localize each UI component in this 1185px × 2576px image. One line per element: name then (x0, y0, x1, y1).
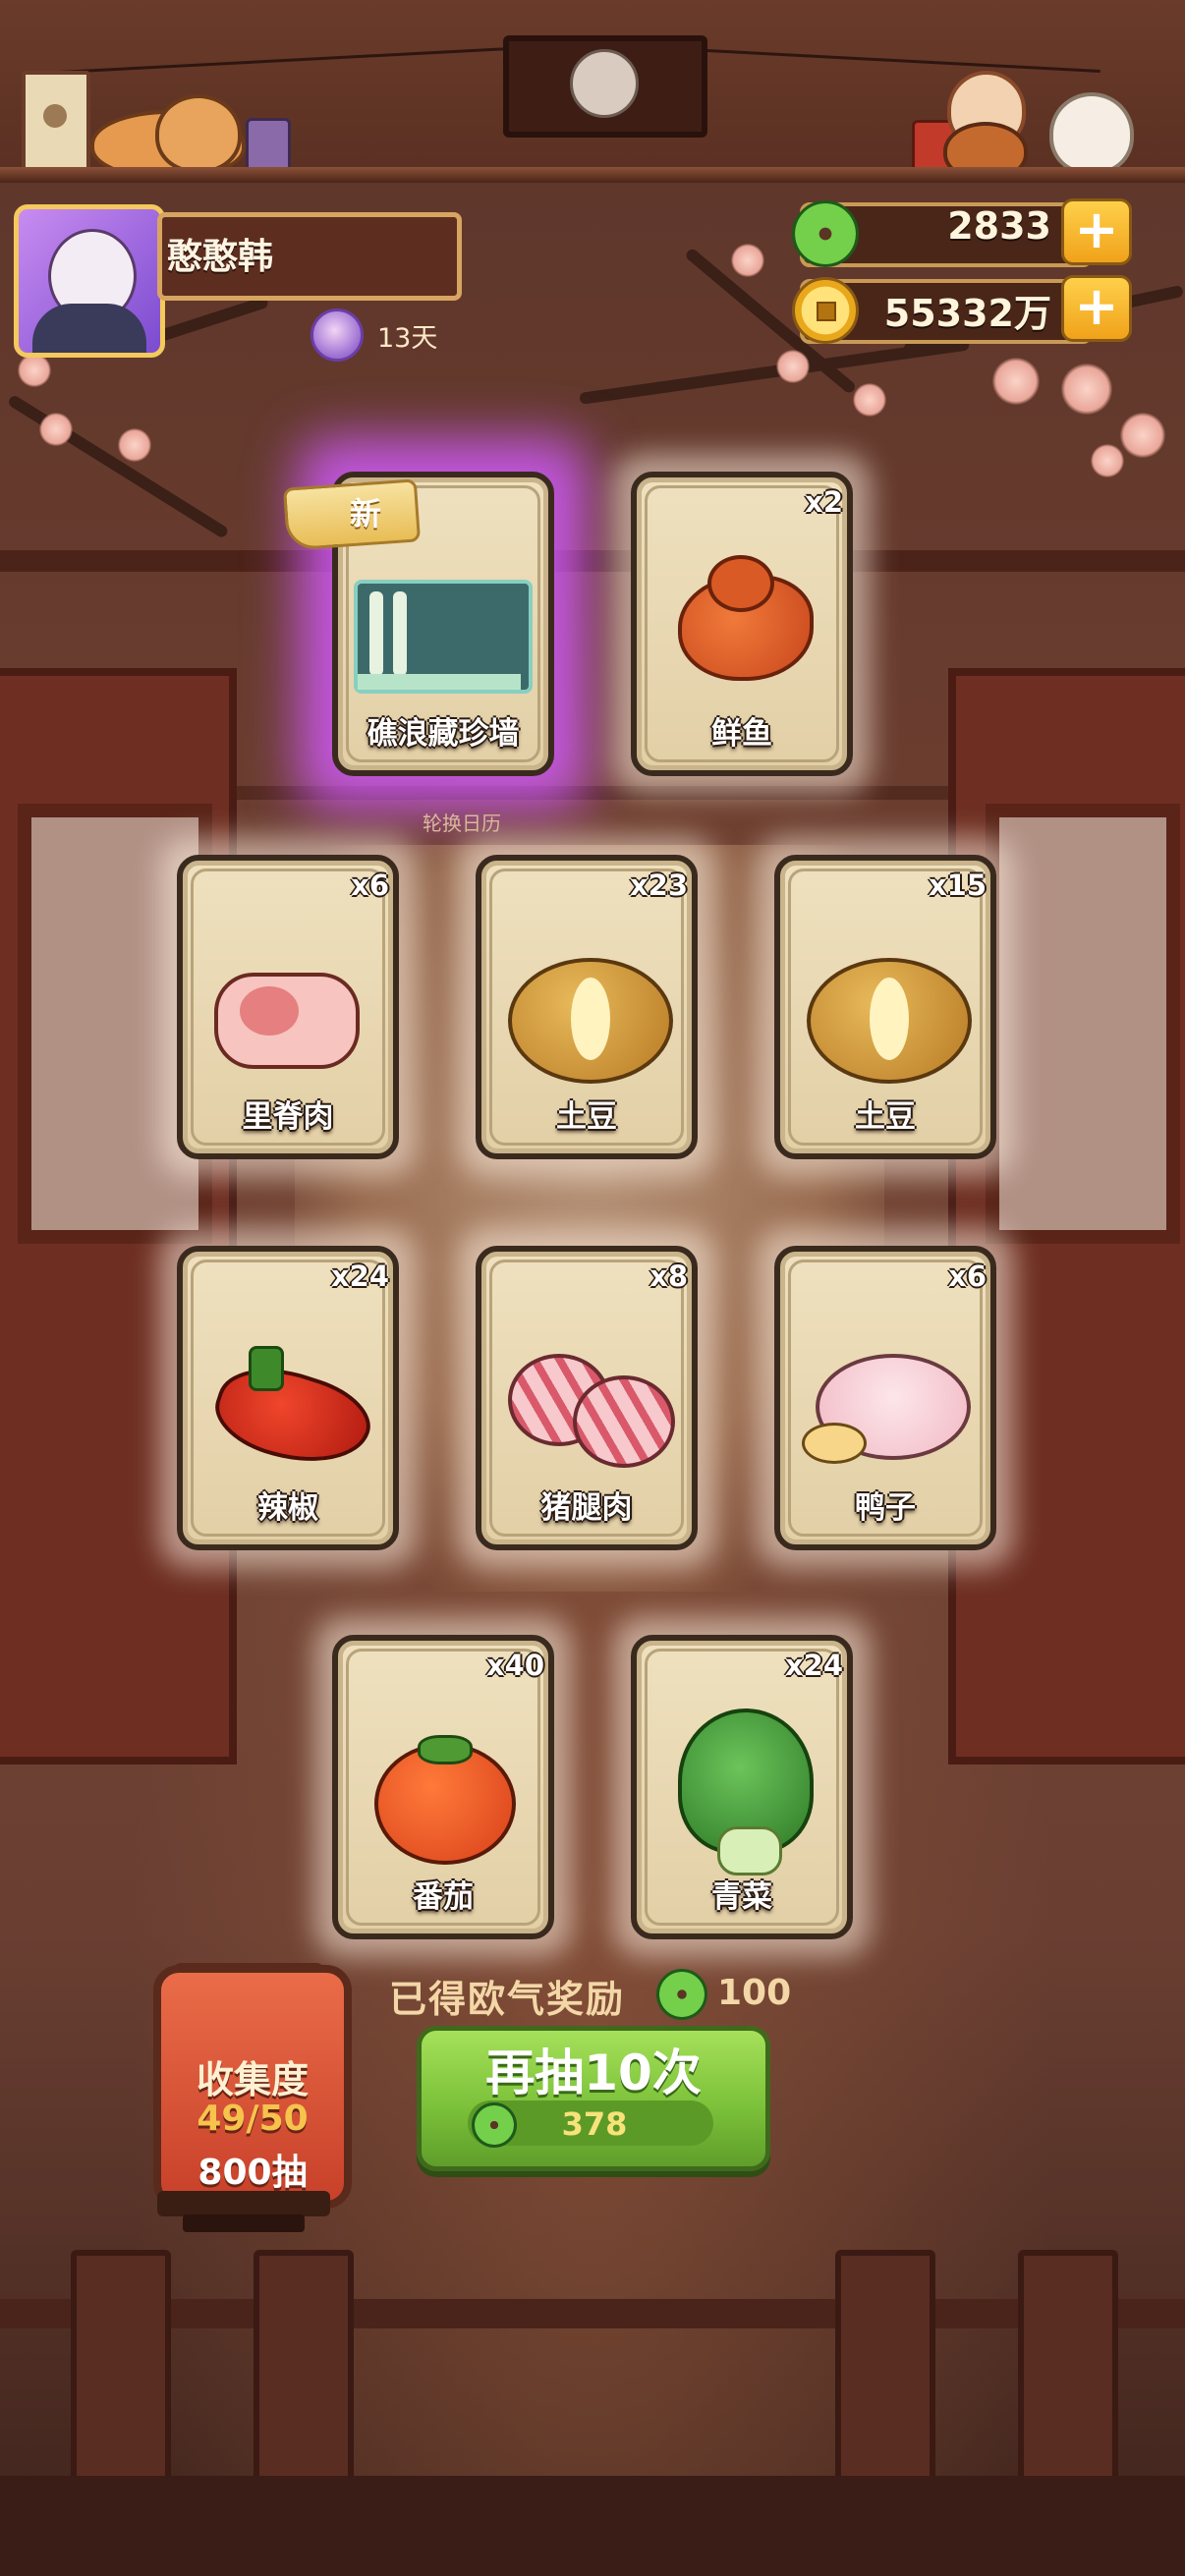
draw-again-label: 再抽10次 (485, 2044, 702, 2101)
reward-card[interactable]: x40 番茄 (314, 1617, 572, 1957)
game-scene: 憨憨韩 13天 2833 + 55332万 + 礁浪藏珍墙 x2 鲜鱼 x6 里… (0, 0, 1185, 2576)
reward-card[interactable]: x24 辣椒 (159, 1228, 417, 1568)
reward-card[interactable]: x2 鲜鱼 (613, 454, 871, 794)
left-wall (0, 668, 237, 1764)
card-label: 番茄 (413, 1879, 474, 1915)
new-label: 新 (350, 495, 382, 532)
rotation-calendar-caption: 轮换日历 (423, 812, 501, 835)
blossom-icon (1120, 413, 1165, 458)
blossom-icon (39, 413, 73, 446)
card-count: x15 (928, 868, 987, 902)
fence-post (1018, 2250, 1118, 2488)
fence-post (254, 2250, 354, 2488)
hanging-portrait-icon (503, 35, 707, 138)
fence-post (71, 2250, 171, 2488)
roof-beam (0, 550, 1185, 572)
card-label: 鸭子 (855, 1490, 916, 1526)
reward-card[interactable]: x8 猪腿肉 (458, 1228, 715, 1568)
wall-decoration-icon (354, 580, 533, 694)
jade-amount: 2833 (947, 204, 1051, 248)
reward-card[interactable]: x23 土豆 (458, 837, 715, 1177)
right-wall (948, 668, 1185, 1764)
card-count: x40 (485, 1649, 544, 1682)
white-cat-icon (1049, 92, 1134, 175)
card-count: x23 (629, 868, 688, 902)
login-days: 13天 (377, 323, 438, 354)
card-label: 里脊肉 (242, 1099, 334, 1135)
card-count: x24 (784, 1649, 843, 1682)
luck-reward-label: 已得欧气奖励 (389, 1978, 626, 2021)
player-avatar[interactable] (14, 204, 165, 358)
reward-card[interactable]: x24 青菜 (613, 1617, 871, 1957)
blossom-icon (992, 358, 1040, 405)
blossom-icon (776, 350, 810, 383)
luck-reward-value: 100 (717, 1973, 792, 2013)
pork-loin-icon (214, 963, 362, 1071)
blossom-icon (731, 244, 764, 277)
blossom-branch (6, 393, 230, 539)
card-label: 猪腿肉 (540, 1490, 633, 1526)
card-count: x8 (649, 1260, 688, 1293)
card-label: 土豆 (855, 1099, 916, 1135)
blossom-icon (853, 383, 886, 417)
shelf-board (0, 167, 1185, 183)
bok-choy-icon (668, 1708, 816, 1876)
card-label: 土豆 (556, 1099, 617, 1135)
lantern-stand (183, 2214, 305, 2232)
lattice-window (986, 804, 1180, 1244)
add-coins-button[interactable]: + (1061, 275, 1132, 342)
duck-icon (802, 1344, 971, 1472)
tomato-icon (374, 1733, 516, 1865)
pork-leg-icon (508, 1354, 675, 1468)
login-days-icon (310, 308, 364, 362)
blossom-icon (18, 354, 51, 387)
card-label: 辣椒 (257, 1490, 318, 1526)
reward-card[interactable]: x6 鸭子 (757, 1228, 1014, 1568)
collection-draws: 800抽 (198, 2153, 308, 2193)
coin-icon (792, 277, 859, 344)
blossom-icon (1091, 444, 1124, 477)
card-label: 青菜 (711, 1879, 772, 1915)
blossom-icon (1061, 364, 1112, 415)
add-jade-button[interactable]: + (1061, 198, 1132, 265)
card-count: x6 (351, 868, 389, 902)
card-label: 礁浪藏珍墙 (367, 716, 520, 752)
reward-card[interactable]: x6 里脊肉 (159, 837, 417, 1177)
card-count: x24 (330, 1260, 389, 1293)
ground (0, 2476, 1185, 2576)
jade-icon (792, 200, 859, 267)
card-count: x2 (805, 485, 843, 519)
jade-icon (472, 2102, 517, 2148)
player-name: 憨憨韩 (167, 237, 274, 277)
card-label: 鲜鱼 (711, 716, 772, 752)
paw-scroll-icon (22, 71, 90, 173)
chili-icon (205, 1344, 380, 1483)
draw-cost: 378 (561, 2105, 628, 2143)
coin-amount: 55332万 (883, 292, 1051, 335)
card-count: x6 (948, 1260, 987, 1293)
potato-icon (508, 958, 673, 1084)
blossom-icon (118, 428, 151, 462)
cat-head-icon (155, 94, 242, 173)
reward-card[interactable]: x15 土豆 (757, 837, 1014, 1177)
collection-progress: 49/50 (197, 2099, 309, 2139)
floor-rail (0, 2299, 1185, 2328)
jade-icon (656, 1969, 707, 2020)
fence-post (835, 2250, 935, 2488)
potato-icon (807, 958, 972, 1084)
collection-title: 收集度 (196, 2058, 309, 2101)
fish-icon (668, 555, 816, 702)
